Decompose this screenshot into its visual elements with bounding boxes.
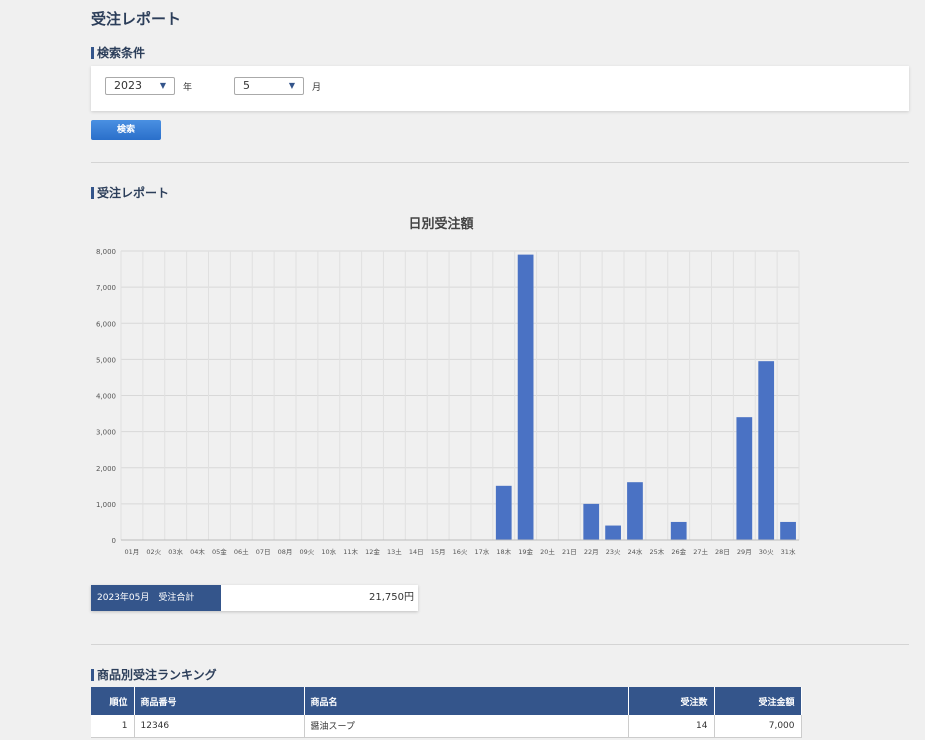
chart-title: 日別受注額 (408, 217, 474, 232)
y-tick-label: 2,000 (96, 465, 116, 473)
x-tick-label: 31水 (781, 547, 796, 556)
daily-order-chart: 0 1,000 2,000 3,000 4,000 5,000 6,000 7,000 8,00… (96, 248, 800, 556)
x-tick-label: 17水 (474, 547, 489, 556)
search-panel: 2023 ▼ 年 5 ▼ 月 (91, 66, 909, 111)
y-tick-label: 0 (112, 537, 116, 545)
x-tick-label: 11木 (343, 547, 358, 556)
bar (670, 521, 687, 540)
x-tick-label: 09火 (300, 548, 315, 556)
search-heading-label: 検索条件 (97, 46, 146, 60)
y-tick-label: 4,000 (96, 393, 116, 401)
y-tick-label: 6,000 (96, 320, 116, 328)
x-tick-label: 06土 (234, 547, 249, 556)
y-tick-label: 7,000 (96, 284, 116, 292)
ranking-table: 順位 商品番号 商品名 受注数 受注金額 1 12346 醤油スープ 14 7,… (91, 687, 802, 738)
chevron-down-icon: ▼ (159, 81, 166, 90)
x-tick-label: 21日 (562, 548, 577, 556)
x-tick-label: 27土 (693, 547, 708, 556)
report-section-heading: 受注レポート (91, 184, 169, 201)
bar (758, 361, 775, 540)
cell-qty: 14 (628, 715, 715, 738)
x-tick-label: 29月 (737, 548, 752, 556)
cell-name: 醤油スープ (304, 715, 629, 738)
x-tick-label: 02火 (146, 548, 161, 556)
col-qty: 受注数 (628, 687, 715, 715)
heading-bar (91, 186, 94, 199)
report-heading-label: 受注レポート (97, 186, 170, 200)
table-row[interactable]: 1 12346 醤油スープ 14 7,000 (91, 715, 802, 738)
col-name: 商品名 (304, 687, 629, 715)
x-tick-label: 08月 (278, 548, 293, 556)
total-value: 21,750円 (369, 592, 414, 603)
y-tick-label: 8,000 (96, 248, 116, 256)
x-tick-label: 28日 (715, 548, 730, 556)
year-select-value: 2023 (114, 79, 142, 92)
col-amount: 受注金額 (714, 687, 802, 715)
x-tick-label: 14日 (409, 548, 424, 556)
x-tick-label: 25木 (649, 547, 664, 556)
month-select-value: 5 (243, 79, 250, 92)
x-tick-label: 24水 (628, 547, 643, 556)
x-tick-label: 07日 (256, 548, 271, 556)
heading-bar (91, 668, 94, 681)
bar (583, 503, 600, 540)
col-code: 商品番号 (134, 687, 305, 715)
x-tick-label: 01月 (125, 548, 140, 556)
x-tick-label: 05金 (212, 547, 227, 556)
x-tick-label: 12金 (365, 547, 380, 556)
x-tick-label: 26金 (671, 547, 686, 556)
bar (627, 482, 643, 540)
bar (605, 525, 621, 540)
table-header-row: 順位 商品番号 商品名 受注数 受注金額 (91, 687, 802, 715)
x-tick-label: 30火 (759, 548, 774, 556)
month-select[interactable]: 5 ▼ (234, 77, 304, 95)
y-tick-label: 3,000 (96, 429, 116, 437)
year-unit-label: 年 (183, 83, 193, 93)
x-tick-label: 04木 (190, 547, 205, 556)
x-tick-label: 20土 (540, 547, 555, 556)
cell-amount: 7,000 (714, 715, 802, 738)
x-tick-label: 13土 (387, 547, 402, 556)
x-tick-label: 18木 (496, 547, 511, 556)
x-tick-label: 16火 (453, 548, 468, 556)
divider (91, 162, 909, 163)
bar (736, 417, 753, 540)
cell-code: 12346 (134, 715, 305, 738)
heading-bar (91, 46, 94, 59)
ranking-section-heading: 商品別受注ランキング (91, 666, 217, 683)
page-title: 受注レポート (91, 10, 182, 28)
chevron-down-icon: ▼ (288, 81, 295, 90)
col-rank: 順位 (91, 687, 135, 715)
month-unit-label: 月 (312, 83, 322, 93)
search-section-heading: 検索条件 (91, 44, 145, 61)
x-tick-label: 15月 (431, 548, 446, 556)
total-label: 2023年05月 受注合計 (91, 585, 221, 611)
x-tick-label: 19金 (518, 547, 533, 556)
x-tick-label: 22月 (584, 548, 599, 556)
bar (780, 521, 796, 540)
total-summary: 2023年05月 受注合計 21,750円 (91, 585, 418, 611)
x-tick-label: 03水 (168, 547, 183, 556)
year-select[interactable]: 2023 ▼ (105, 77, 175, 95)
y-tick-label: 1,000 (96, 501, 116, 509)
x-tick-label: 23火 (606, 548, 621, 556)
x-tick-label: 10水 (321, 547, 336, 556)
y-tick-label: 5,000 (96, 356, 116, 364)
ranking-heading-label: 商品別受注ランキング (97, 668, 217, 682)
divider (91, 644, 909, 645)
bar (495, 485, 512, 540)
search-button[interactable]: 検索 (91, 120, 161, 140)
bar (517, 254, 534, 541)
cell-rank: 1 (91, 715, 135, 738)
